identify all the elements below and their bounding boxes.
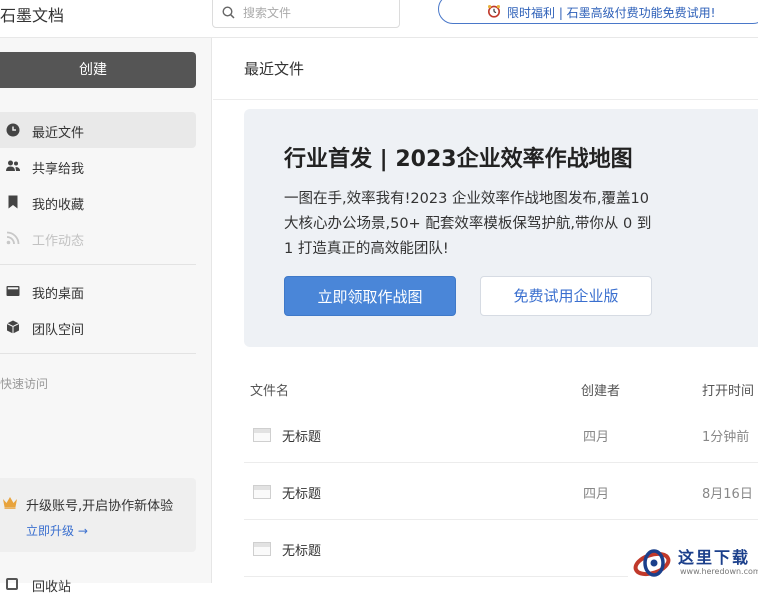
- watermark-url: www.heredown.com: [680, 567, 758, 576]
- sidebar-item-label: 工作动态: [32, 234, 85, 249]
- upgrade-card: 升级账号,开启协作新体验 立即升级 →: [0, 478, 196, 552]
- sidebar-item-trash[interactable]: 回收站: [32, 576, 71, 595]
- sidebar-item-favorites[interactable]: 我的收藏: [0, 184, 196, 220]
- file-creator: 四月: [583, 487, 610, 502]
- file-opened-time: 1分钟前: [702, 430, 750, 445]
- crown-icon: [3, 497, 17, 509]
- watermark-title: 这里下载: [678, 548, 751, 567]
- file-name: 无标题: [282, 430, 322, 445]
- sidebar-item-label: 团队空间: [32, 323, 85, 338]
- sidebar-item-recent[interactable]: 最近文件: [0, 112, 196, 148]
- table-row[interactable]: 无标题 四月 1分钟前: [244, 406, 758, 463]
- document-icon: [253, 542, 271, 556]
- document-icon: [253, 485, 271, 499]
- promo-banner[interactable]: 限时福利 | 石墨高级付费功能免费试用!: [438, 0, 758, 24]
- sidebar-divider: [0, 353, 196, 354]
- app-logo[interactable]: 石墨文档: [0, 2, 64, 26]
- trash-icon: [6, 578, 18, 590]
- sidebar-item-desktop[interactable]: 我的桌面: [0, 273, 196, 309]
- sidebar-item-team-space[interactable]: 团队空间: [0, 309, 196, 345]
- quick-access-label: 快速访问: [0, 377, 49, 391]
- sidebar-divider: [0, 264, 196, 265]
- search-icon: [222, 6, 235, 19]
- watermark: 这里下载 www.heredown.com: [628, 540, 758, 583]
- column-header-creator[interactable]: 创建者: [581, 380, 620, 399]
- banner-title: 行业首发 | 2023企业效率作战地图: [284, 147, 633, 172]
- banner-description: 一图在手,效率我有!2023 企业效率作战地图发布,覆盖10 大核心办公场景,5…: [284, 191, 652, 257]
- document-icon: [253, 428, 271, 442]
- users-icon: [6, 160, 20, 171]
- sidebar-item-label: 我的收藏: [32, 198, 85, 213]
- search-box[interactable]: [212, 0, 400, 28]
- sidebar-item-label: 最近文件: [32, 126, 85, 141]
- create-button[interactable]: 创建: [0, 52, 196, 88]
- get-map-button[interactable]: 立即领取作战图: [284, 276, 456, 316]
- clock-icon: [6, 123, 20, 137]
- sidebar-item-shared[interactable]: 共享给我: [0, 148, 196, 184]
- search-input[interactable]: [243, 3, 393, 23]
- file-name: 无标题: [282, 544, 322, 559]
- page-title: 最近文件: [244, 60, 305, 78]
- title-divider: [213, 99, 758, 100]
- top-bar: 石墨文档 限时福利 | 石墨高级付费功能免费试用!: [0, 0, 758, 38]
- try-enterprise-button[interactable]: 免费试用企业版: [480, 276, 652, 316]
- sidebar-item-label: 共享给我: [32, 162, 85, 177]
- column-header-opened[interactable]: 打开时间: [702, 380, 754, 399]
- bookmark-icon: [8, 195, 18, 209]
- file-creator: 四月: [583, 430, 610, 445]
- upgrade-title: 升级账号,开启协作新体验: [26, 499, 174, 514]
- desktop-icon: [6, 286, 20, 296]
- promo-card: 行业首发 | 2023企业效率作战地图 一图在手,效率我有!2023 企业效率作…: [244, 109, 758, 347]
- alarm-clock-icon: [488, 5, 500, 18]
- promo-text: 限时福利 | 石墨高级付费功能免费试用!: [507, 6, 716, 20]
- upgrade-link[interactable]: 立即升级 →: [26, 522, 88, 539]
- sidebar: 创建 最近文件 共享给我 我的收藏 工作动态 我的桌面 团队空间 快速访问 升级…: [0, 38, 212, 595]
- sidebar-item-activity[interactable]: 工作动态: [0, 220, 196, 256]
- file-name: 无标题: [282, 487, 322, 502]
- sidebar-item-label: 我的桌面: [32, 287, 85, 302]
- watermark-logo-icon: [633, 549, 671, 577]
- column-header-name[interactable]: 文件名: [250, 380, 289, 399]
- main-content: 最近文件 行业首发 | 2023企业效率作战地图 一图在手,效率我有!2023 …: [213, 38, 758, 583]
- rss-icon: [6, 231, 20, 245]
- file-opened-time: 8月16日: [702, 487, 753, 502]
- cube-icon: [6, 320, 20, 334]
- table-row[interactable]: 无标题 四月 8月16日: [244, 463, 758, 520]
